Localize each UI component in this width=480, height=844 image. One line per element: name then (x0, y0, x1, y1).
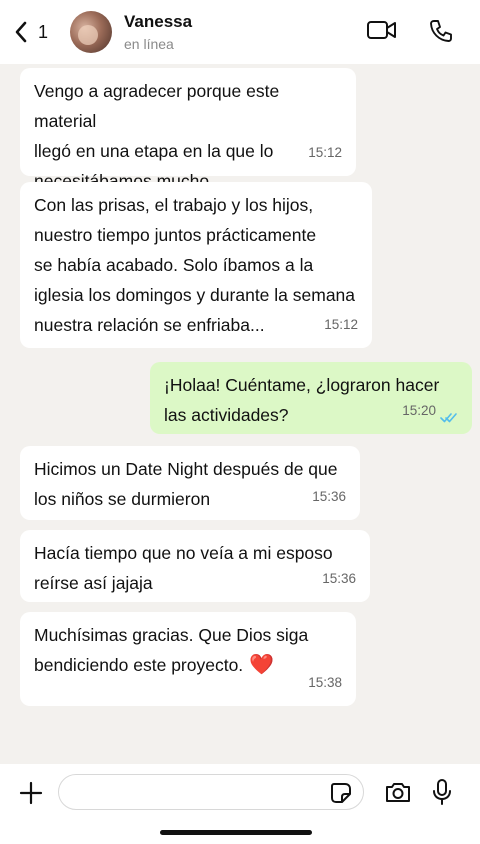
message-list[interactable]: Vengo a agradecer porque este material l… (0, 64, 480, 764)
read-receipt-icon (440, 413, 457, 423)
contact-name: Vanessa (124, 12, 193, 31)
message-time: 15:36 (312, 489, 346, 504)
message-time: 15:20 (402, 403, 436, 418)
home-indicator (160, 830, 312, 835)
chat-header: 1 Vanessa en línea (0, 0, 480, 64)
message-bubble-incoming[interactable]: Muchísimas gracias. Que Dios siga bendic… (20, 612, 356, 706)
sticker-icon[interactable] (330, 782, 352, 804)
message-bubble-incoming[interactable]: Hacía tiempo que no veía a mi esposo reí… (20, 530, 370, 602)
phone-icon[interactable] (428, 18, 454, 44)
heart-emoji: ❤️ (249, 654, 275, 676)
message-input[interactable] (58, 774, 364, 810)
message-time: 15:38 (308, 675, 342, 690)
message-text: Con las prisas, el trabajo y los hijos, … (34, 195, 356, 335)
message-time: 15:12 (324, 317, 358, 332)
message-time: 15:36 (322, 571, 356, 586)
message-time: 15:12 (308, 145, 342, 160)
contact-info[interactable]: Vanessa en línea (124, 12, 192, 52)
contact-status: en línea (124, 36, 174, 52)
chevron-left-icon (15, 21, 27, 43)
unread-count: 1 (38, 21, 49, 42)
message-text: Hacía tiempo que no veía a mi esposo reí… (34, 543, 333, 593)
message-bubble-outgoing[interactable]: ¡Holaa! Cuéntame, ¿lograron hacer las ac… (150, 362, 472, 434)
camera-icon[interactable] (384, 780, 412, 804)
message-text: Vengo a agradecer porque este material l… (34, 81, 280, 191)
plus-icon[interactable] (18, 780, 44, 806)
message-bubble-incoming[interactable]: Vengo a agradecer porque este material l… (20, 68, 356, 191)
message-text: Hicimos un Date Night después de que los… (34, 459, 338, 509)
message-text: Muchísimas gracias. Que Dios siga bendic… (34, 625, 309, 676)
video-call-icon[interactable] (366, 18, 398, 42)
avatar[interactable] (70, 11, 112, 53)
message-bubble-incoming[interactable]: Hicimos un Date Night después de que los… (20, 446, 360, 520)
message-bubble-incoming[interactable]: Con las prisas, el trabajo y los hijos, … (20, 182, 372, 348)
microphone-icon[interactable] (432, 778, 452, 806)
back-button[interactable]: 1 (14, 21, 66, 43)
